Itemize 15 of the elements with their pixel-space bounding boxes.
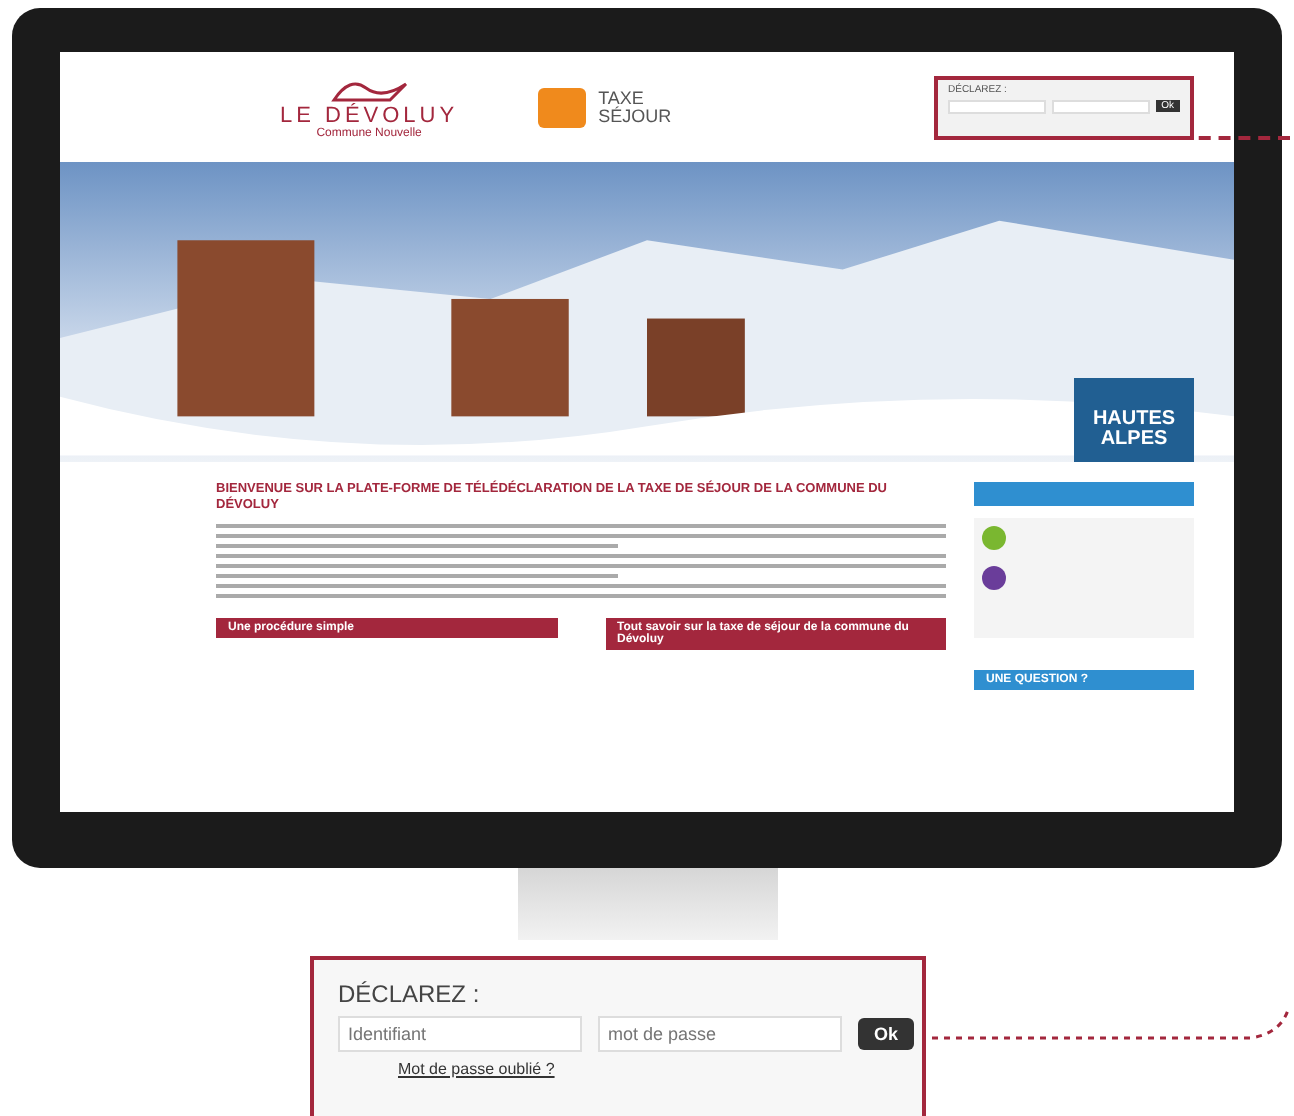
badge-text: HAUTES	[1092, 409, 1176, 430]
badge-text: ALPES	[1100, 430, 1168, 451]
username-field[interactable]: Identifiant	[338, 1016, 582, 1052]
envelope-icon	[538, 87, 587, 127]
logo-text: SÉJOUR	[598, 107, 672, 125]
password-field[interactable]	[1051, 99, 1150, 113]
circle-icon	[982, 526, 1006, 550]
ok-button[interactable]: Ok	[858, 1018, 915, 1050]
username-field[interactable]	[948, 99, 1046, 113]
circle-icon	[982, 566, 1006, 590]
forgot-password-link[interactable]: Mot de passe oublié ?	[398, 1060, 898, 1078]
login-title: DÉCLAREZ :	[338, 980, 482, 1008]
logo-title: LE DÉVOLUY	[280, 103, 459, 127]
logo-text: TAXE	[598, 89, 644, 107]
password-field[interactable]: mot de passe	[598, 1016, 842, 1052]
